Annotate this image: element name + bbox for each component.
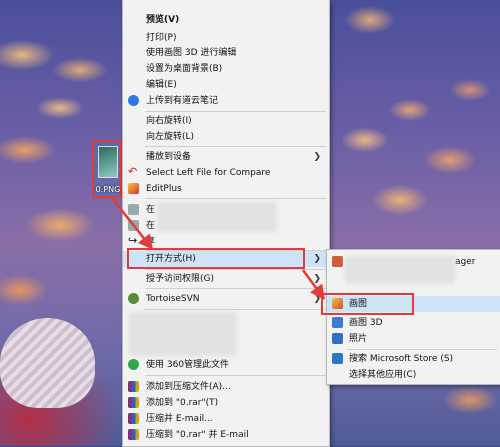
menu-separator — [145, 375, 326, 376]
menu-item-rotate-right[interactable]: 向右旋转(I) — [123, 113, 329, 129]
menu-separator — [145, 309, 326, 310]
menu-item-label: 使用画图 3D 进行编辑 — [146, 48, 237, 58]
menu-separator — [145, 198, 326, 199]
editplus-icon — [128, 183, 139, 194]
menu-item-grant-access[interactable]: 授予访问权限(G) ❯ — [123, 271, 329, 287]
menu-item-label: 使用 360管理此文件 — [146, 360, 230, 370]
redacted-blur — [345, 256, 455, 284]
menu-item-edit[interactable]: 编辑(E) — [123, 77, 329, 93]
chevron-right-icon: ❯ — [313, 152, 321, 162]
menu-item-label: Select Left File for Compare — [146, 168, 271, 178]
menu-item-label: 播放到设备 — [146, 152, 192, 162]
menu-item-label: 预览(V) — [146, 15, 180, 25]
chevron-right-icon: ❯ — [313, 274, 321, 284]
share-icon: ↪ — [128, 234, 138, 247]
menu-item-set-wallpaper[interactable]: 设置为桌面背景(B) — [123, 61, 329, 77]
menu-item-compress-email[interactable]: 压缩并 E-mail... — [123, 411, 329, 427]
paint-red-highlight — [321, 293, 414, 315]
store-icon — [332, 353, 343, 364]
menu-item-label: 选择其他应用(C) — [349, 370, 417, 380]
submenu-item-choose-other[interactable]: 选择其他应用(C) — [327, 367, 500, 383]
menu-item-label: 画图 3D — [349, 318, 383, 328]
youdao-note-icon — [128, 95, 139, 106]
submenu-item-paint3d[interactable]: 画图 3D — [327, 315, 500, 331]
menu-separator — [145, 111, 326, 112]
context-menu: 预览(V) 打印(P) 使用画图 3D 进行编辑 设置为桌面背景(B) 编辑(E… — [122, 0, 330, 447]
tortoisesvn-icon — [128, 293, 139, 304]
menu-item-label: 向左旋转(L) — [146, 132, 195, 142]
chevron-right-icon: ❯ — [313, 294, 321, 304]
menu-item-editplus[interactable]: EditPlus — [123, 181, 329, 197]
winrar-icon — [128, 381, 139, 392]
menu-item-label: 搜索 Microsoft Store (S) — [349, 354, 454, 364]
menu-item-add-to-rar[interactable]: 添加到 "0.rar"(T) — [123, 395, 329, 411]
paint3d-icon — [332, 317, 343, 328]
360-icon — [128, 359, 139, 370]
submenu-item-search-store[interactable]: 搜索 Microsoft Store (S) — [327, 351, 500, 367]
photos-icon — [332, 333, 343, 344]
menu-item-label: 压缩并 E-mail... — [146, 414, 213, 424]
menu-item-cast-to-device[interactable]: 播放到设备 ❯ — [123, 149, 329, 165]
redacted-blur — [129, 312, 237, 356]
menu-item-rotate-left[interactable]: 向左旋转(L) — [123, 129, 329, 145]
app-icon — [128, 204, 139, 215]
menu-item-label: 照片 — [349, 334, 368, 344]
menu-item-label: TortoiseSVN — [146, 294, 200, 304]
app-icon — [332, 256, 343, 267]
open-with-submenu: ager 画图 画图 3D 照片 搜索 Microsoft Store (S) … — [321, 249, 500, 385]
menu-item-label: 编辑(E) — [146, 80, 177, 90]
winrar-icon — [128, 429, 139, 440]
menu-item-print[interactable]: 打印(P) — [123, 30, 329, 46]
desktop-file-icon[interactable]: 0.PNG — [92, 140, 122, 198]
menu-item-select-left-compare[interactable]: ↶ Select Left File for Compare — [123, 165, 329, 181]
menu-item-edit-paint3d[interactable]: 使用画图 3D 进行编辑 — [123, 45, 329, 61]
menu-item-add-to-archive[interactable]: 添加到压缩文件(A)... — [123, 379, 329, 395]
menu-item-label: 在 — [146, 205, 156, 215]
menu-item-label: 设置为桌面背景(B) — [146, 64, 223, 74]
redacted-blur — [157, 202, 277, 232]
menu-separator — [145, 269, 326, 270]
menu-item-label: EditPlus — [146, 184, 182, 194]
menu-item-tortoisesvn[interactable]: TortoiseSVN ❯ — [123, 291, 329, 307]
compare-icon: ↶ — [128, 165, 138, 178]
menu-item-label: ager — [455, 257, 476, 267]
menu-item-upload-youdao[interactable]: 上传到有道云笔记 — [123, 93, 329, 109]
menu-item-compress-rar-email[interactable]: 压缩到 "0.rar" 并 E-mail — [123, 427, 329, 443]
menu-item-label: 授予访问权限(G) — [146, 274, 214, 284]
menu-item-label: 上传到有道云笔记 — [146, 96, 219, 106]
winrar-icon — [128, 413, 139, 424]
winrar-icon — [128, 397, 139, 408]
wallpaper-hat-figure — [0, 318, 95, 408]
menu-item-label: 向右旋转(I) — [146, 116, 192, 126]
menu-item-label: 压缩到 "0.rar" 并 E-mail — [146, 430, 249, 440]
menu-item-label: 添加到压缩文件(A)... — [146, 382, 231, 392]
menu-separator — [145, 146, 326, 147]
menu-item-label: 打印(P) — [146, 33, 177, 43]
menu-separator — [145, 288, 326, 289]
menu-item-label: 添加到 "0.rar"(T) — [146, 398, 219, 408]
chevron-right-icon: ❯ — [313, 254, 321, 264]
menu-item-label: 在 — [146, 221, 156, 231]
menu-item-preview[interactable]: 预览(V) — [123, 12, 329, 28]
desktop-file-name: 0.PNG — [95, 185, 121, 194]
menu-item-360-manage[interactable]: 使用 360管理此文件 — [123, 357, 329, 373]
open-with-red-highlight — [127, 248, 305, 269]
submenu-item-photos[interactable]: 照片 — [327, 331, 500, 347]
image-thumbnail-icon — [98, 146, 118, 178]
menu-separator — [347, 349, 497, 350]
app-icon — [128, 220, 139, 231]
